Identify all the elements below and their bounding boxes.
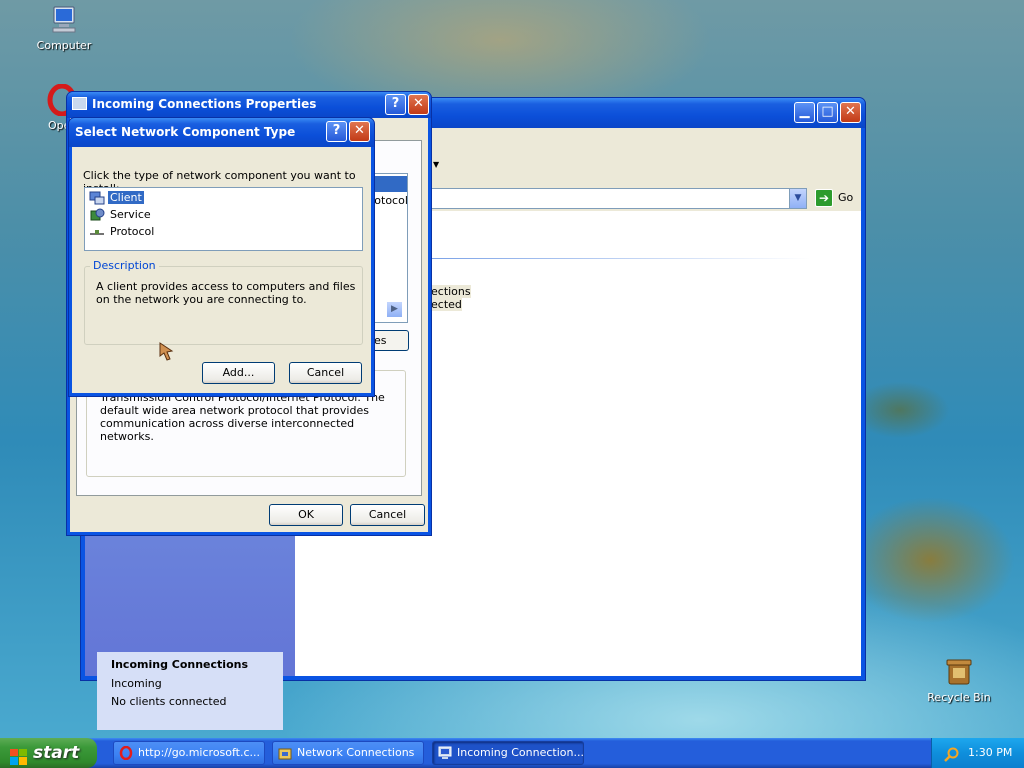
toolbar-dropdown-arrow-icon[interactable]: ▼ (433, 160, 439, 169)
taskbar-item-label: Incoming Connection... (457, 746, 584, 759)
go-label: Go (838, 191, 854, 204)
desktop-icon-computer[interactable]: Computer (29, 4, 99, 52)
details-panel: Incoming Connections Incoming No clients… (97, 652, 283, 730)
close-button[interactable]: ✕ (408, 94, 429, 115)
taskbar-item-label: http://go.microsoft.c... (138, 746, 261, 759)
computer-icon (48, 4, 80, 36)
taskbar-item-network-connections[interactable]: Network Connections (272, 741, 424, 765)
select-component-titlebar[interactable]: Select Network Component Type ? ✕ (69, 118, 374, 147)
connection-status-fragment: ected (431, 298, 462, 311)
select-component-title: Select Network Component Type (75, 125, 296, 139)
component-type-list[interactable]: Client Service Protocol (84, 187, 363, 251)
address-bar[interactable]: ▼ (431, 188, 807, 209)
add-button[interactable]: Add... (202, 362, 275, 384)
system-tray: 1:30 PM (931, 738, 1024, 768)
taskbar-item-browser[interactable]: http://go.microsoft.c... (113, 741, 265, 765)
help-button[interactable]: ? (326, 121, 347, 142)
client-icon (89, 191, 105, 205)
list-item-label: Client (108, 191, 144, 204)
protocol-icon (89, 225, 105, 239)
list-item-label: Protocol (110, 225, 155, 238)
maximize-button[interactable]: □ (817, 102, 838, 123)
service-icon (89, 208, 105, 222)
start-label: start (33, 743, 80, 763)
help-button[interactable]: ? (385, 94, 406, 115)
list-item-label: Service (110, 208, 151, 221)
close-button[interactable]: ✕ (840, 102, 861, 123)
cancel-button[interactable]: Cancel (350, 504, 425, 526)
list-item-client[interactable]: Client (89, 190, 144, 206)
connection-name-fragment[interactable]: ections (431, 285, 471, 298)
list-item-protocol[interactable]: Protocol (89, 224, 156, 240)
scroll-right-icon[interactable]: ▶ (386, 301, 403, 318)
list-item-fragment[interactable]: rotocol (370, 194, 408, 207)
clock[interactable]: 1:30 PM (968, 746, 1012, 759)
select-network-component-dialog: Select Network Component Type ? ✕ Click … (68, 117, 375, 397)
description-group-title: Description (90, 259, 159, 272)
go-button[interactable]: ➔ Go (813, 187, 867, 209)
go-arrow-icon: ➔ (815, 189, 833, 207)
address-dropdown-icon[interactable]: ▼ (789, 189, 806, 208)
network-connection-icon (72, 97, 87, 110)
windows-logo-icon (10, 745, 27, 765)
ok-button[interactable]: OK (269, 504, 343, 526)
close-button[interactable]: ✕ (349, 121, 370, 142)
properties-titlebar[interactable]: Incoming Connections Properties ? ✕ (67, 92, 431, 118)
desktop-icon-recycle-bin[interactable]: Recycle Bin (924, 656, 994, 704)
details-name: Incoming Connections (111, 658, 249, 671)
cancel-button[interactable]: Cancel (289, 362, 362, 384)
desktop-icon-label: Computer (36, 39, 92, 52)
taskbar-item-label: Network Connections (297, 746, 415, 759)
taskbar-item-incoming-connection[interactable]: Incoming Connection... (432, 741, 584, 765)
desktop-icon-label: Recycle Bin (927, 691, 991, 704)
details-type: Incoming (111, 677, 162, 690)
component-description: Transmission Control Protocol/Internet P… (100, 391, 385, 443)
details-status: No clients connected (111, 695, 227, 708)
network-folder-icon (278, 746, 292, 760)
component-description: A client provides access to computers an… (96, 280, 356, 306)
incoming-connection-icon (438, 746, 452, 760)
start-button[interactable]: start (0, 738, 97, 768)
recycle-bin-icon (943, 656, 975, 688)
list-item-service[interactable]: Service (89, 207, 153, 223)
opera-icon (119, 745, 133, 761)
properties-title: Incoming Connections Properties (92, 97, 317, 111)
search-icon[interactable] (944, 745, 960, 762)
select-component-client: Click the type of network component you … (72, 147, 371, 393)
minimize-button[interactable]: ▁ (794, 102, 815, 123)
group-separator (431, 258, 811, 259)
properties-button[interactable]: es (370, 330, 409, 351)
taskbar: start http://go.microsoft.c... Network C… (0, 738, 1024, 768)
busy-cursor-icon (158, 341, 178, 366)
